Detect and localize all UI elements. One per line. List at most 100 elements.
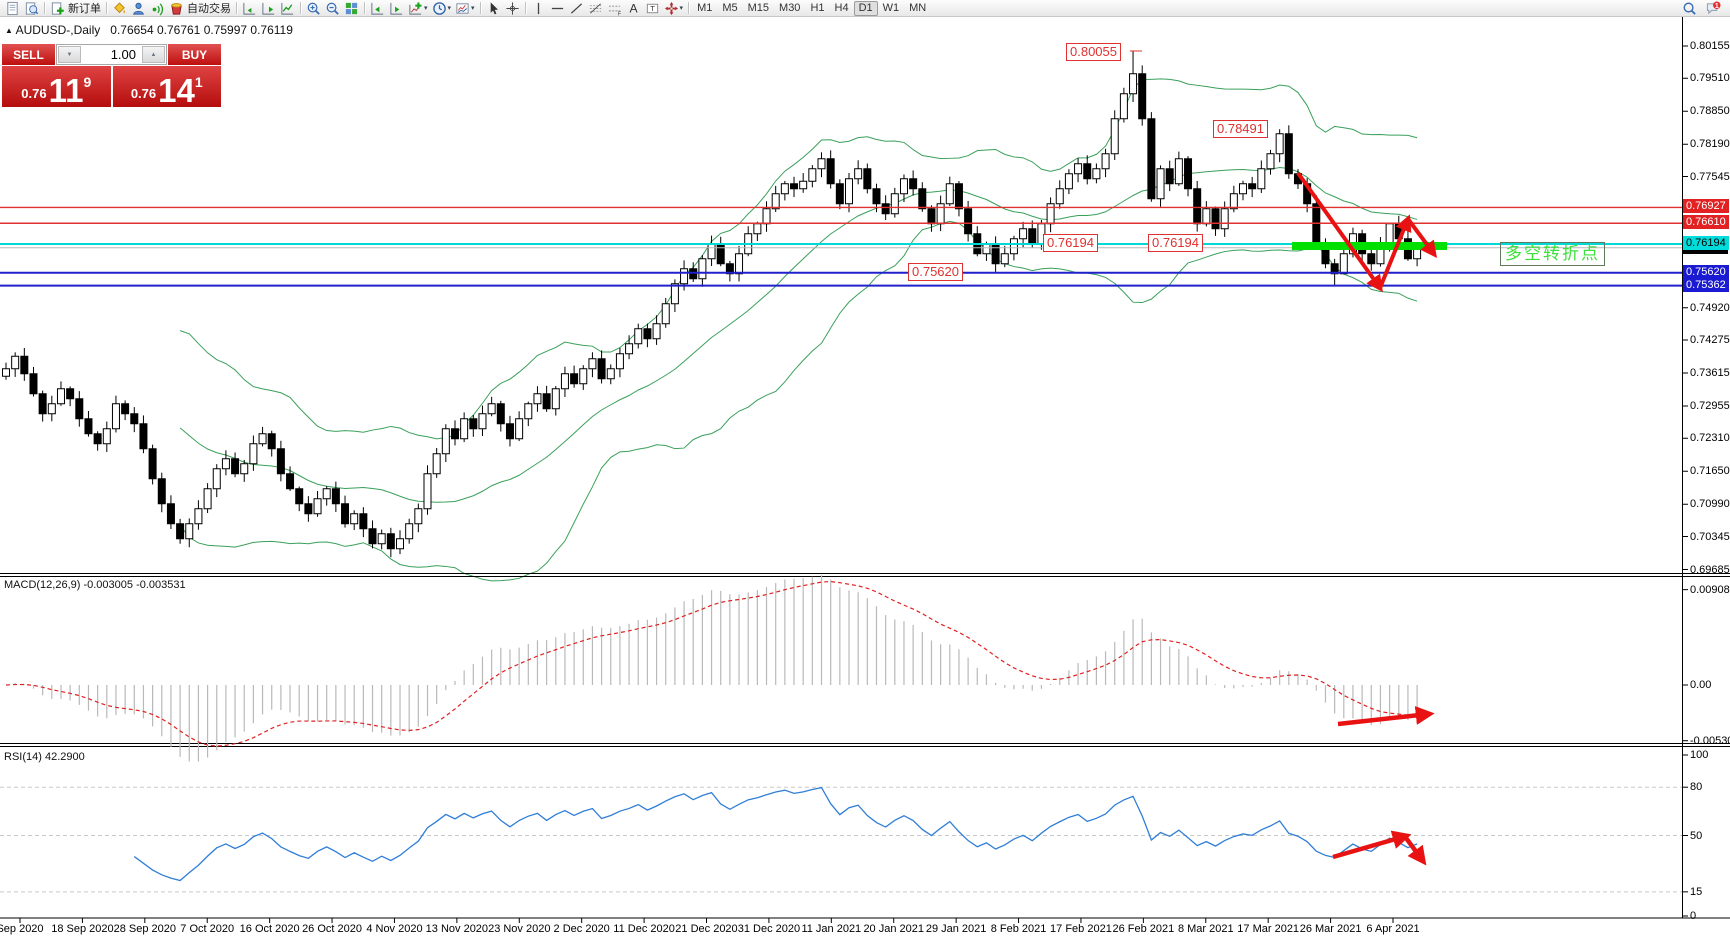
price-axis-label: 0.78190 bbox=[1690, 138, 1730, 150]
chart-autoscroll-button[interactable] bbox=[259, 0, 278, 16]
chart-overview-icon bbox=[280, 1, 295, 16]
indicators-button[interactable]: ▾ bbox=[406, 0, 430, 16]
alerts-button[interactable] bbox=[148, 0, 167, 16]
date-axis-label: 8 Mar 2021 bbox=[1178, 923, 1234, 935]
zoom-in-button[interactable] bbox=[304, 0, 323, 16]
date-axis-label: 31 Dec 2020 bbox=[738, 923, 800, 935]
timeframe-m1-button[interactable]: M1 bbox=[692, 1, 717, 16]
new-order-label: 新订单 bbox=[68, 0, 101, 16]
search-button[interactable] bbox=[1680, 0, 1699, 16]
level-price-label: 0.75362 bbox=[1683, 278, 1729, 292]
fibo-button[interactable] bbox=[586, 0, 605, 16]
date-axis-label: 28 Sep 2020 bbox=[114, 923, 176, 935]
sell-price-sup: 9 bbox=[83, 74, 91, 90]
sell-button[interactable]: SELL bbox=[2, 44, 55, 65]
macd-axis-label: -0.005306 bbox=[1690, 735, 1730, 747]
macd-label: MACD(12,26,9) -0.003005 -0.003531 bbox=[4, 579, 186, 591]
macd-axis-label: 0.009081 bbox=[1690, 584, 1730, 596]
periods-button[interactable]: ▾ bbox=[430, 0, 454, 16]
notification-button[interactable]: 1 bbox=[1704, 0, 1723, 16]
svg-text:A: A bbox=[629, 1, 638, 15]
date-axis-label: 21 Dec 2020 bbox=[675, 923, 737, 935]
chart-shift-icon bbox=[242, 1, 257, 16]
timeframe-h4-button[interactable]: H4 bbox=[830, 1, 854, 16]
one-click-trading-panel: SELL ▼ 1.00 ▲ BUY 0.76 11 9 0.76 14 1 bbox=[2, 44, 221, 107]
turning-point-note[interactable]: 多空转折点 bbox=[1500, 242, 1605, 266]
chart-profile-button[interactable] bbox=[3, 0, 22, 16]
buy-button[interactable]: BUY bbox=[168, 44, 221, 65]
timeframe-h1-button[interactable]: H1 bbox=[805, 1, 829, 16]
chart-profile-icon bbox=[5, 1, 20, 16]
mt4-terminal-window: 新订单自动交易▾▾▾FAT▾M1M5M15M30H1H4D1W1MN1 ▲ AU… bbox=[0, 0, 1730, 939]
price-chart-canvas[interactable] bbox=[0, 0, 1730, 939]
arrows-icon bbox=[664, 1, 679, 16]
date-axis-label: 11 Jan 2021 bbox=[801, 923, 861, 935]
autotrade-button[interactable]: 自动交易 bbox=[167, 0, 233, 16]
price-axis-label: 0.78850 bbox=[1690, 105, 1730, 117]
styles-icon bbox=[112, 1, 127, 16]
sell-price-tile[interactable]: 0.76 11 9 bbox=[2, 66, 111, 107]
volume-input[interactable]: 1.00 bbox=[82, 45, 141, 64]
date-axis-label: 26 Feb 2021 bbox=[1112, 923, 1174, 935]
toolbar-separator bbox=[364, 2, 365, 14]
timeframe-m30-button[interactable]: M30 bbox=[774, 1, 805, 16]
label-button[interactable]: T bbox=[643, 0, 662, 16]
price-axis-label: 0.72955 bbox=[1690, 400, 1730, 412]
level-price-label: 0.76610 bbox=[1683, 215, 1729, 229]
rsi-axis-label: 80 bbox=[1690, 781, 1702, 793]
chart-overview-button[interactable] bbox=[278, 0, 297, 16]
new-order-button[interactable]: 新订单 bbox=[48, 0, 103, 16]
channel-button[interactable]: F bbox=[605, 0, 624, 16]
volume-increase-button[interactable]: ▲ bbox=[142, 46, 165, 63]
hline-button[interactable] bbox=[548, 0, 567, 16]
sell-price-big: 11 bbox=[49, 76, 84, 105]
step-back-button[interactable] bbox=[368, 0, 387, 16]
timeframe-d1-button[interactable]: D1 bbox=[854, 1, 878, 16]
tile-windows-button[interactable] bbox=[342, 0, 361, 16]
toolbar-separator bbox=[480, 2, 481, 14]
zoom-out-button[interactable] bbox=[323, 0, 342, 16]
text-button[interactable]: A bbox=[624, 0, 643, 16]
styles-button[interactable] bbox=[110, 0, 129, 16]
chart-autoscroll-icon bbox=[261, 1, 276, 16]
step-forward-icon bbox=[389, 1, 404, 16]
new-order-icon bbox=[50, 1, 65, 16]
collapse-triangle-icon[interactable]: ▲ bbox=[5, 26, 13, 35]
toolbar-separator bbox=[106, 2, 107, 14]
trendline-button[interactable] bbox=[567, 0, 586, 16]
volume-decrease-button[interactable]: ▼ bbox=[58, 46, 81, 63]
market-depth-button[interactable] bbox=[129, 0, 148, 16]
date-axis-label: 26 Mar 2021 bbox=[1300, 923, 1362, 935]
vline-button[interactable] bbox=[529, 0, 548, 16]
chevron-down-icon: ▾ bbox=[471, 4, 475, 12]
trendline-icon bbox=[569, 1, 584, 16]
price-axis-label: 0.70345 bbox=[1690, 531, 1730, 543]
notification-icon: 1 bbox=[1706, 1, 1721, 16]
price-label-annotation[interactable]: 0.78491 bbox=[1213, 120, 1268, 138]
chart-shift-button[interactable] bbox=[240, 0, 259, 16]
crosshair-button[interactable] bbox=[503, 0, 522, 16]
date-axis-label: 6 Apr 2021 bbox=[1366, 923, 1419, 935]
templates-button[interactable]: ▾ bbox=[453, 0, 477, 16]
timeframe-mn-button[interactable]: MN bbox=[904, 1, 931, 16]
date-axis-label: Sep 2020 bbox=[0, 923, 44, 935]
timeframe-m5-button[interactable]: M5 bbox=[717, 1, 742, 16]
zoom-in-icon bbox=[306, 1, 321, 16]
arrows-button[interactable]: ▾ bbox=[662, 0, 686, 16]
rsi-axis-label: 50 bbox=[1690, 830, 1702, 842]
timeframe-m15-button[interactable]: M15 bbox=[743, 1, 774, 16]
print-preview-button[interactable] bbox=[22, 0, 41, 16]
timeframe-w1-button[interactable]: W1 bbox=[878, 1, 905, 16]
step-forward-button[interactable] bbox=[387, 0, 406, 16]
cursor-button[interactable] bbox=[484, 0, 503, 16]
price-label-annotation[interactable]: 0.80055 bbox=[1066, 43, 1121, 61]
date-axis-label: 20 Jan 2021 bbox=[863, 923, 924, 935]
price-label-annotation[interactable]: 0.76194 bbox=[1043, 234, 1098, 252]
label-icon: T bbox=[645, 1, 660, 16]
price-axis-label: 0.79510 bbox=[1690, 72, 1730, 84]
buy-price-tile[interactable]: 0.76 14 1 bbox=[113, 66, 222, 107]
price-axis-label: 0.73615 bbox=[1690, 367, 1730, 379]
price-label-annotation[interactable]: 0.75620 bbox=[908, 263, 963, 281]
price-label-annotation[interactable]: 0.76194 bbox=[1148, 234, 1203, 252]
chevron-down-icon: ▾ bbox=[424, 4, 428, 12]
